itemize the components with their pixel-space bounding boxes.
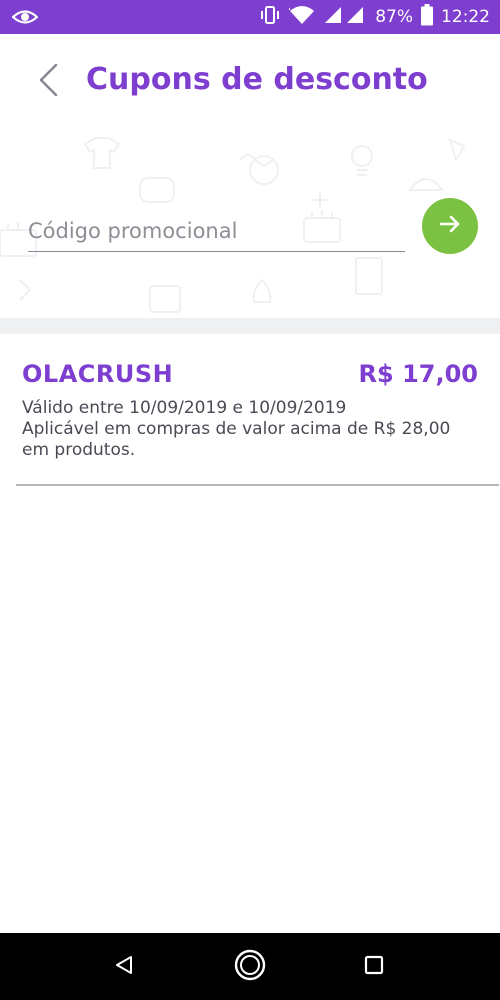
clock: 12:22 — [441, 7, 490, 27]
back-triangle-icon — [113, 954, 135, 980]
promo-code-field[interactable] — [28, 212, 405, 252]
coupon-code: OLACRUSH — [22, 360, 174, 388]
section-divider — [0, 318, 500, 334]
apply-promo-button[interactable] — [422, 198, 478, 254]
coupon-value: R$ 17,00 — [358, 360, 478, 388]
nav-home-button[interactable] — [220, 933, 280, 1000]
nav-back-button[interactable] — [94, 933, 154, 1000]
coupon-description: Válido entre 10/09/2019 e 10/09/2019 Apl… — [22, 398, 482, 461]
system-nav-bar — [0, 933, 500, 1000]
page-title: Cupons de desconto — [86, 62, 428, 97]
wifi-icon — [288, 5, 315, 30]
signal-icon — [323, 5, 367, 30]
battery-percent: 87% — [375, 7, 413, 27]
coupon-item[interactable]: OLACRUSH R$ 17,00 Válido entre 10/09/201… — [0, 334, 500, 486]
status-bar: 87% 12:22 — [0, 0, 500, 34]
recents-square-icon — [363, 954, 385, 980]
nav-recents-button[interactable] — [344, 933, 404, 1000]
chevron-left-icon — [36, 63, 60, 101]
back-button[interactable] — [30, 63, 66, 101]
coupon-divider — [16, 484, 499, 486]
arrow-right-icon — [438, 212, 462, 240]
home-circle-icon — [233, 948, 267, 986]
coupon-validity: Válido entre 10/09/2019 e 10/09/2019 — [22, 398, 347, 418]
coupon-condition: Aplicável em compras de valor acima de R… — [22, 419, 451, 460]
app-header: Cupons de desconto — [0, 34, 500, 130]
eye-icon — [11, 8, 39, 30]
promo-code-input[interactable] — [28, 212, 405, 250]
promo-code-section — [0, 130, 500, 318]
status-icons: 87% 12:22 — [259, 0, 490, 34]
vibrate-icon — [259, 5, 281, 30]
battery-icon — [421, 3, 433, 31]
